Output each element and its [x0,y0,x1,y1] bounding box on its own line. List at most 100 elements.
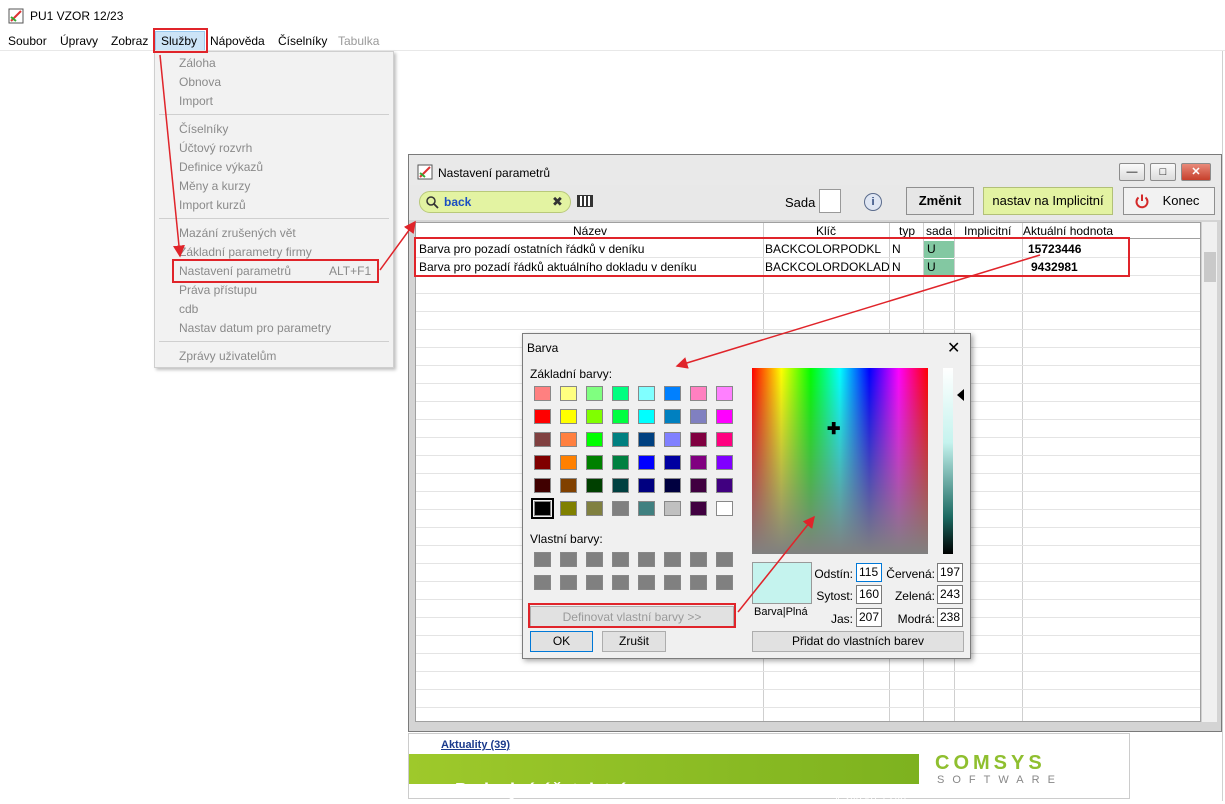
custom-color-swatch[interactable] [612,575,629,590]
sada-input[interactable] [819,189,841,213]
basic-color-swatch[interactable] [586,478,603,493]
col-header-klic[interactable]: Klíč [816,224,836,238]
custom-color-swatch[interactable] [534,552,551,567]
custom-color-swatch[interactable] [638,552,655,567]
basic-color-swatch[interactable] [638,432,655,447]
basic-color-swatch[interactable] [560,501,577,516]
custom-color-swatch[interactable] [612,552,629,567]
basic-color-swatch[interactable] [664,478,681,493]
basic-color-swatch[interactable] [534,455,551,470]
news-link[interactable]: Aktuality (39) [441,739,510,751]
close-icon[interactable]: ✕ [1181,163,1211,181]
basic-color-swatch[interactable] [560,455,577,470]
basic-color-swatch[interactable] [690,478,707,493]
exit-button[interactable]: Konec [1123,187,1215,215]
col-header-nazev[interactable]: Název [573,224,607,238]
menuitem-import[interactable]: Import [179,94,213,108]
basic-color-swatch[interactable] [664,386,681,401]
basic-color-swatch[interactable] [638,386,655,401]
basic-color-swatch[interactable] [664,432,681,447]
custom-color-swatch[interactable] [716,575,733,590]
custom-color-swatch[interactable] [690,552,707,567]
basic-color-swatch[interactable] [612,409,629,424]
basic-color-swatch[interactable] [586,455,603,470]
basic-color-swatch[interactable] [690,432,707,447]
basic-color-swatch[interactable] [612,501,629,516]
menuitem-ciselniky[interactable]: Číselníky [179,122,228,136]
menuitem-obnova[interactable]: Obnova [179,75,221,89]
basic-color-swatch[interactable] [690,501,707,516]
menuitem-uctovy-rozvrh[interactable]: Účtový rozvrh [179,141,252,155]
basic-color-swatch[interactable] [560,432,577,447]
hue-input[interactable]: 115 [856,563,882,582]
basic-color-swatch[interactable] [716,478,733,493]
maximize-icon[interactable]: □ [1150,163,1176,181]
menuitem-prava[interactable]: Práva přístupu [179,283,257,297]
basic-color-swatch[interactable] [716,501,733,516]
basic-color-swatch[interactable] [534,478,551,493]
custom-color-swatch[interactable] [586,575,603,590]
basic-color-swatch[interactable] [586,501,603,516]
basic-color-swatch[interactable] [586,409,603,424]
blue-input[interactable]: 238 [937,608,963,627]
menuitem-cdb[interactable]: cdb [179,302,198,316]
basic-color-swatch[interactable] [586,432,603,447]
close-icon[interactable]: ✕ [947,338,960,358]
basic-color-swatch[interactable] [638,478,655,493]
basic-color-swatch[interactable] [560,478,577,493]
basic-color-swatch[interactable] [612,478,629,493]
custom-color-swatch[interactable] [560,552,577,567]
basic-color-swatch[interactable] [690,455,707,470]
search-input[interactable]: back ✖ [419,191,571,213]
menuitem-zakladni-parametry[interactable]: Základní parametry firmy [179,245,312,259]
basic-color-swatch[interactable] [664,501,681,516]
minimize-icon[interactable]: — [1119,163,1145,181]
menu-soubor[interactable]: Soubor [8,34,47,48]
basic-color-swatch[interactable] [612,386,629,401]
custom-color-swatch[interactable] [638,575,655,590]
menu-tabulka[interactable]: Tabulka [338,34,379,48]
red-input[interactable]: 197 [937,563,963,582]
basic-color-swatch[interactable] [638,501,655,516]
basic-color-swatch[interactable] [534,386,551,401]
menu-ciselniky[interactable]: Číselníky [278,34,327,48]
menuitem-zaloha[interactable]: Záloha [179,56,216,70]
barcode-icon[interactable] [577,195,593,207]
menu-napoveda[interactable]: Nápověda [210,34,265,48]
custom-color-swatch[interactable] [534,575,551,590]
basic-color-swatch[interactable] [612,455,629,470]
basic-color-swatch[interactable] [664,455,681,470]
basic-color-swatch[interactable] [716,386,733,401]
basic-color-swatch[interactable] [586,386,603,401]
lum-input[interactable]: 207 [856,608,882,627]
basic-color-swatch[interactable] [716,455,733,470]
menu-upravy[interactable]: Úpravy [60,34,98,48]
clear-search-icon[interactable]: ✖ [552,194,563,210]
color-spectrum[interactable]: ✚ [752,368,928,554]
menu-zobraz[interactable]: Zobraz [111,34,148,48]
basic-color-swatch[interactable] [560,386,577,401]
menuitem-definice-vykazu[interactable]: Definice výkazů [179,160,263,174]
slider-arrow-icon[interactable] [957,389,964,401]
cancel-button[interactable]: Zrušit [602,631,666,652]
menuitem-nastav-datum[interactable]: Nastav datum pro parametry [179,321,331,335]
basic-color-swatch[interactable] [716,432,733,447]
basic-color-swatch[interactable] [716,409,733,424]
custom-color-swatch[interactable] [690,575,707,590]
menuitem-import-kurzu[interactable]: Import kurzů [179,198,246,212]
menuitem-meny-kurzy[interactable]: Měny a kurzy [179,179,250,193]
col-header-implicitni[interactable]: Implicitní [964,224,1011,238]
basic-color-swatch[interactable] [638,409,655,424]
scroll-thumb[interactable] [1204,252,1216,282]
sat-input[interactable]: 160 [856,585,882,604]
basic-color-swatch[interactable] [560,409,577,424]
basic-color-swatch[interactable] [638,455,655,470]
basic-color-swatch[interactable] [534,432,551,447]
custom-color-swatch[interactable] [560,575,577,590]
custom-color-swatch[interactable] [586,552,603,567]
basic-color-swatch[interactable] [664,409,681,424]
col-header-sada[interactable]: sada [926,224,952,238]
luminance-slider[interactable] [943,368,953,554]
crosshair-icon[interactable]: ✚ [827,422,840,438]
vertical-scrollbar[interactable] [1201,222,1217,722]
